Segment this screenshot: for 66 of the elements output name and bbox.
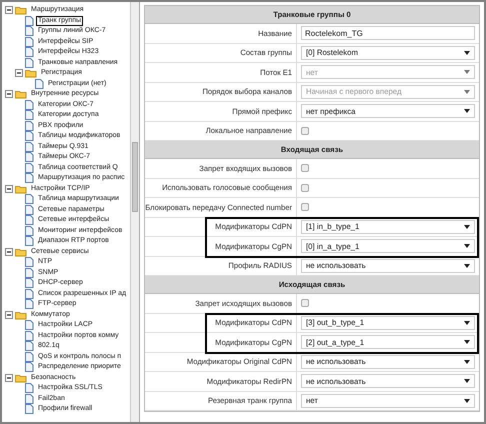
page-icon <box>25 299 34 310</box>
folder-icon <box>15 246 27 257</box>
page-icon <box>25 120 34 131</box>
caret-icon <box>464 224 470 229</box>
page-icon <box>25 352 34 362</box>
page-icon <box>25 204 34 215</box>
page-icon <box>25 268 34 278</box>
page-icon <box>25 394 34 404</box>
page-icon <box>25 131 34 142</box>
page-icon <box>25 226 34 236</box>
caret-icon <box>464 50 470 55</box>
collapse-icon[interactable] <box>5 310 13 319</box>
text-field[interactable]: Roctelekom_TG <box>301 26 475 40</box>
page-icon <box>35 78 44 89</box>
caret-icon <box>464 379 470 384</box>
page-icon <box>25 142 34 152</box>
folder-icon <box>15 89 27 100</box>
caret-icon <box>464 360 470 364</box>
collapse-icon[interactable] <box>15 69 23 78</box>
checkbox[interactable] <box>301 184 309 192</box>
page-icon <box>25 404 34 414</box>
page-icon <box>25 110 34 120</box>
collapse-icon[interactable] <box>5 248 13 256</box>
checkbox[interactable] <box>301 126 309 135</box>
folder-icon <box>15 5 27 16</box>
page-icon <box>25 362 34 372</box>
caret-icon <box>464 70 470 74</box>
caret-icon <box>464 109 470 114</box>
collapse-icon[interactable] <box>5 374 13 382</box>
page-icon <box>25 288 34 299</box>
collapse-icon[interactable] <box>5 184 13 193</box>
page-icon <box>25 278 34 288</box>
page-icon <box>25 330 34 341</box>
checkbox[interactable] <box>301 164 309 172</box>
caret-icon <box>464 398 470 403</box>
page-icon <box>25 341 34 352</box>
caret-icon <box>464 340 470 344</box>
caret-icon <box>464 244 470 248</box>
collapse-icon[interactable] <box>5 90 13 98</box>
page-icon <box>25 47 34 58</box>
scrollbar[interactable] <box>130 2 139 422</box>
page-icon <box>25 100 34 110</box>
page-icon <box>25 257 34 268</box>
folder-icon <box>15 184 27 194</box>
page-icon <box>25 16 34 26</box>
caret-icon <box>464 320 470 325</box>
checkbox[interactable] <box>301 203 309 212</box>
checkbox[interactable] <box>301 299 309 308</box>
page-icon <box>25 215 34 226</box>
page-icon <box>25 152 34 162</box>
page-icon <box>25 320 34 330</box>
folder-icon <box>15 372 27 383</box>
page-icon <box>25 36 34 47</box>
collapse-icon[interactable] <box>5 6 13 14</box>
page-icon <box>25 383 34 394</box>
page-icon <box>25 236 34 246</box>
page-icon <box>25 58 34 68</box>
folder-icon <box>25 68 37 78</box>
page-icon <box>25 162 34 173</box>
caret-icon <box>464 90 470 94</box>
page-icon <box>25 26 34 36</box>
folder-icon <box>15 310 27 320</box>
caret-icon <box>464 264 470 268</box>
scrollbar-thumb[interactable] <box>132 142 138 212</box>
page-icon <box>25 173 34 184</box>
page-icon <box>25 194 34 204</box>
